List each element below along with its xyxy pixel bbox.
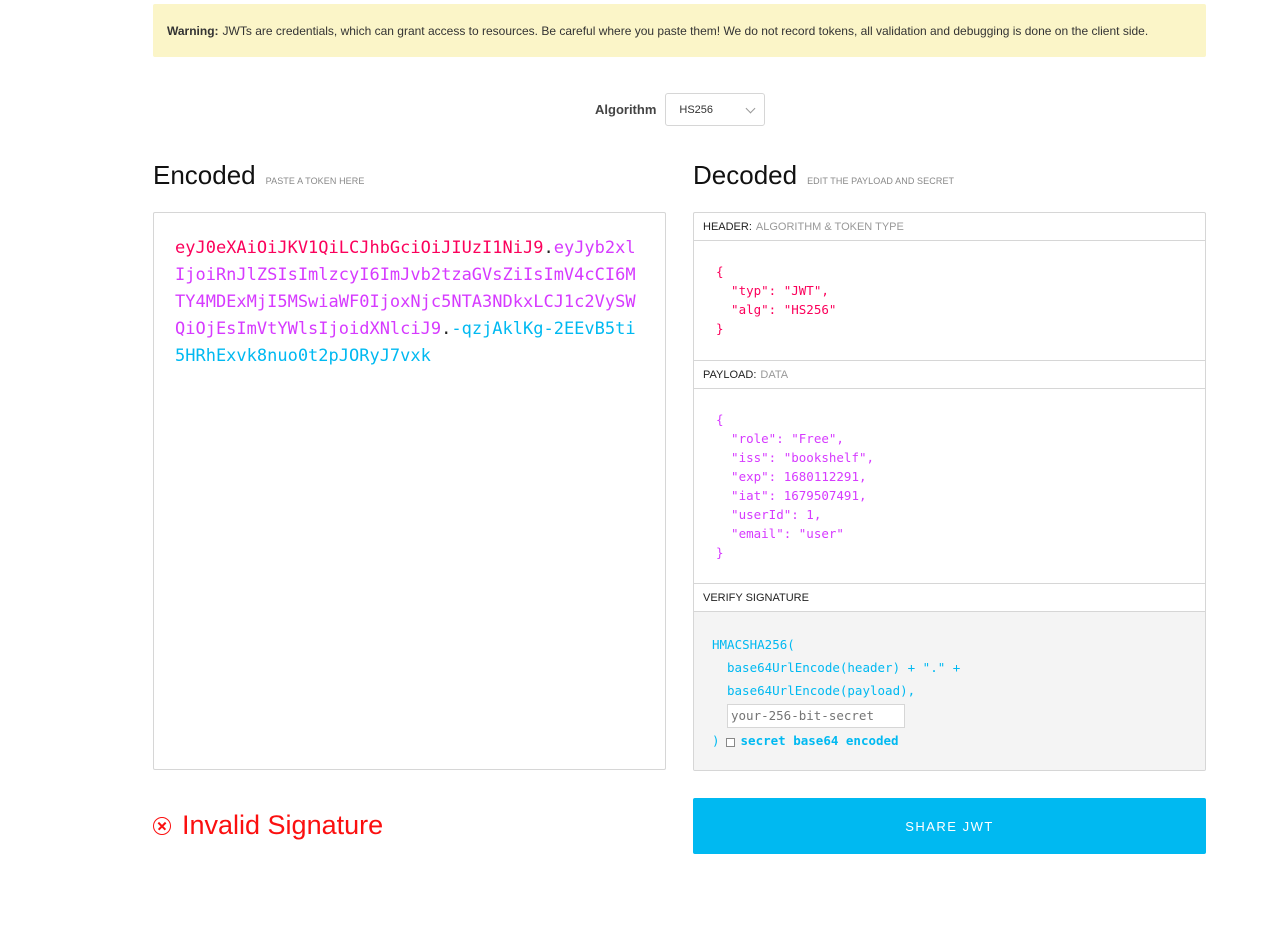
verify-close-paren: ) xyxy=(712,733,720,748)
token-dot: . xyxy=(441,319,452,339)
decoded-title: Decoded xyxy=(693,160,798,190)
verify-line-payload: base64UrlEncode(payload), xyxy=(727,683,916,698)
header-section-sublabel: ALGORITHM & TOKEN TYPE xyxy=(755,220,904,233)
payload-json-editor[interactable]: { "role": "Free", "iss": "bookshelf", "e… xyxy=(694,389,1205,584)
verify-line-hmac: HMACSHA256( xyxy=(712,637,795,652)
decoded-panel: HEADER: ALGORITHM & TOKEN TYPE { "typ": … xyxy=(693,212,1206,771)
warning-label: Warning: xyxy=(167,23,219,38)
payload-section-title: PAYLOAD: DATA xyxy=(694,361,1205,389)
header-section-label: HEADER: xyxy=(703,220,752,233)
algorithm-label: Algorithm xyxy=(595,102,657,117)
signature-status: Invalid Signature xyxy=(153,810,383,841)
payload-section-sublabel: DATA xyxy=(760,368,789,381)
signature-status-text: Invalid Signature xyxy=(182,810,384,840)
warning-banner: Warning: JWTs are credentials, which can… xyxy=(153,4,1206,57)
verify-signature-body: HMACSHA256( base64UrlEncode(header) + ".… xyxy=(694,612,1205,770)
decoded-subtitle: EDIT THE PAYLOAD AND SECRET xyxy=(807,176,955,186)
header-json-editor[interactable]: { "typ": "JWT", "alg": "HS256" } xyxy=(694,241,1205,361)
header-section-title: HEADER: ALGORITHM & TOKEN TYPE xyxy=(694,213,1205,241)
algorithm-select[interactable]: HS256 xyxy=(665,93,766,126)
payload-section-label: PAYLOAD: xyxy=(703,368,757,381)
decoded-heading: Decoded EDIT THE PAYLOAD AND SECRET xyxy=(693,160,954,191)
error-circle-icon xyxy=(153,816,171,835)
token-header-part: eyJ0eXAiOiJKV1QiLCJhbGciOiJIUzI1NiJ9 xyxy=(175,238,544,258)
verify-section-label: VERIFY SIGNATURE xyxy=(703,591,809,604)
base64-checkbox[interactable] xyxy=(725,738,735,747)
encoded-title: Encoded xyxy=(153,160,256,190)
verify-section-title: VERIFY SIGNATURE xyxy=(694,584,1205,612)
encoded-heading: Encoded PASTE A TOKEN HERE xyxy=(153,160,365,191)
share-jwt-button[interactable]: SHARE JWT xyxy=(693,798,1206,854)
token-dot: . xyxy=(543,238,554,258)
secret-input[interactable] xyxy=(727,703,905,728)
base64-checkbox-label[interactable]: secret base64 encoded xyxy=(741,729,899,752)
encoded-token-editor[interactable]: eyJ0eXAiOiJKV1QiLCJhbGciOiJIUzI1NiJ9.eyJ… xyxy=(153,212,666,770)
chevron-down-icon xyxy=(745,103,756,113)
warning-text: JWTs are credentials, which can grant ac… xyxy=(222,23,1149,38)
algorithm-picker: Algorithm HS256 xyxy=(595,93,766,126)
algorithm-selected-value: HS256 xyxy=(679,103,714,116)
verify-line-header: base64UrlEncode(header) + "." + xyxy=(727,660,961,675)
encoded-subtitle: PASTE A TOKEN HERE xyxy=(265,176,365,186)
